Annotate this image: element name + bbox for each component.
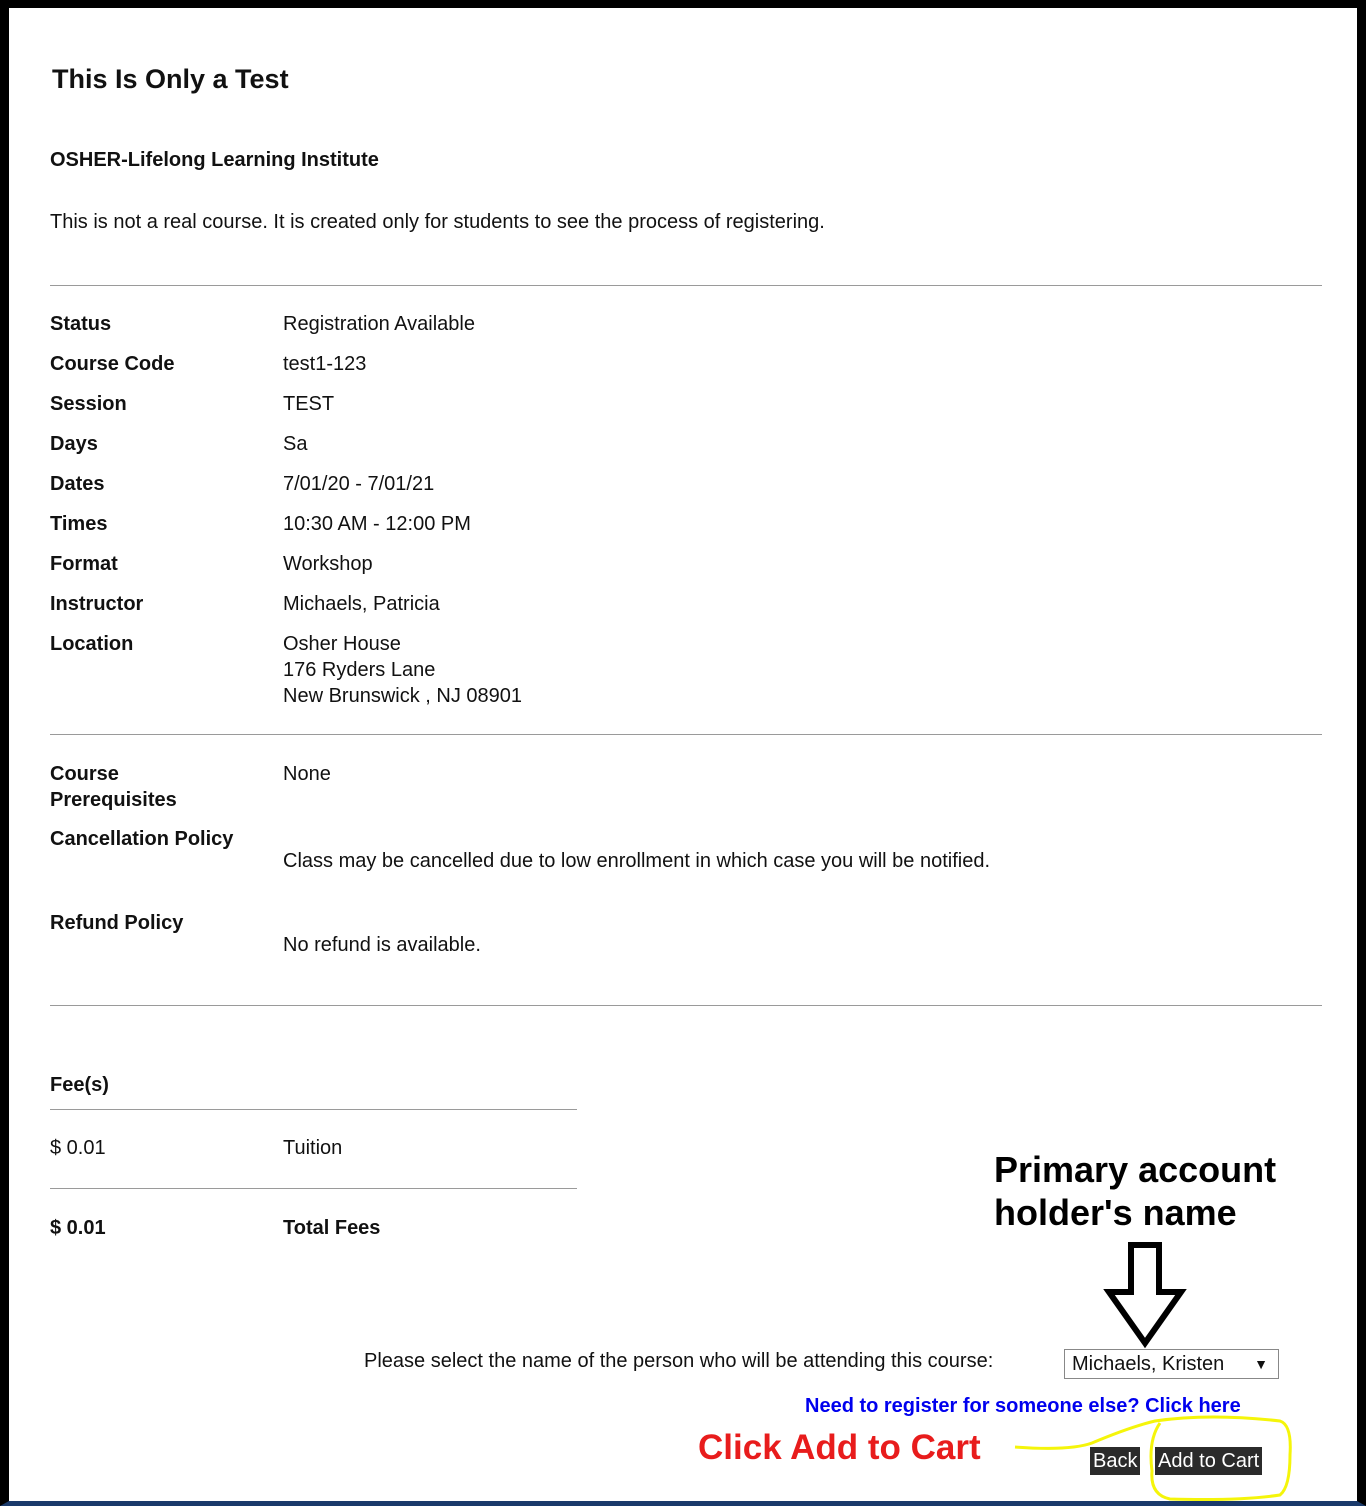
divider: [50, 1005, 1322, 1006]
fees-header: Fee(s): [50, 1074, 109, 1096]
instructor-label: Instructor: [50, 593, 144, 615]
days-label: Days: [50, 433, 98, 455]
session-value: TEST: [283, 393, 335, 415]
course-code-label: Course Code: [50, 353, 175, 375]
prerequisites-value: None: [283, 763, 331, 785]
annotation-line: Primary account: [994, 1149, 1277, 1190]
annotation-click-add-to-cart: Click Add to Cart: [698, 1428, 981, 1467]
location-line: 176 Ryders Lane: [283, 659, 436, 681]
refund-policy-value: No refund is available.: [283, 934, 481, 956]
down-arrow-icon: [1103, 1242, 1187, 1349]
location-value: Osher House 176 Ryders Lane New Brunswic…: [283, 631, 522, 709]
organization-name: OSHER-Lifelong Learning Institute: [50, 149, 379, 171]
times-value: 10:30 AM - 12:00 PM: [283, 513, 471, 535]
status-value: Registration Available: [283, 313, 475, 335]
divider: [50, 734, 1322, 735]
divider: [50, 1109, 577, 1110]
location-line: Osher House: [283, 633, 401, 655]
course-description: This is not a real course. It is created…: [50, 211, 825, 233]
attendee-select[interactable]: Michaels, Kristen ▼: [1064, 1349, 1279, 1379]
course-code-value: test1-123: [283, 353, 367, 375]
format-label: Format: [50, 553, 118, 575]
prerequisites-label-line: Course: [50, 763, 119, 785]
session-label: Session: [50, 393, 127, 415]
annotation-line: holder's name: [994, 1192, 1237, 1233]
fee-amount: $ 0.01: [50, 1137, 106, 1159]
cancellation-policy-label: Cancellation Policy: [50, 828, 234, 850]
divider: [50, 1188, 577, 1189]
prerequisites-label-line: Prerequisites: [50, 789, 177, 811]
fee-name: Tuition: [283, 1137, 343, 1159]
days-value: Sa: [283, 433, 308, 455]
back-button[interactable]: Back: [1090, 1447, 1141, 1475]
attendee-select-prompt: Please select the name of the person who…: [364, 1350, 994, 1372]
course-title: This Is Only a Test: [52, 64, 289, 94]
format-value: Workshop: [283, 553, 373, 575]
prerequisites-label: Course Prerequisites: [50, 761, 177, 813]
total-label: Total Fees: [283, 1217, 381, 1239]
attendee-select-value: Michaels, Kristen: [1072, 1353, 1225, 1375]
cancellation-policy-value: Class may be cancelled due to low enroll…: [283, 850, 991, 872]
times-label: Times: [50, 513, 108, 535]
refund-policy-label: Refund Policy: [50, 912, 184, 934]
divider: [50, 285, 1322, 286]
total-amount: $ 0.01: [50, 1217, 106, 1239]
location-label: Location: [50, 633, 134, 655]
location-line: New Brunswick , NJ 08901: [283, 685, 522, 707]
annotation-primary-holder: Primary account holder's name: [994, 1148, 1276, 1234]
add-to-cart-button[interactable]: Add to Cart: [1155, 1447, 1263, 1475]
status-label: Status: [50, 313, 112, 335]
instructor-value: Michaels, Patricia: [283, 593, 440, 615]
dropdown-triangle-icon: ▼: [1254, 1356, 1268, 1372]
dates-label: Dates: [50, 473, 105, 495]
dates-value: 7/01/20 - 7/01/21: [283, 473, 435, 495]
